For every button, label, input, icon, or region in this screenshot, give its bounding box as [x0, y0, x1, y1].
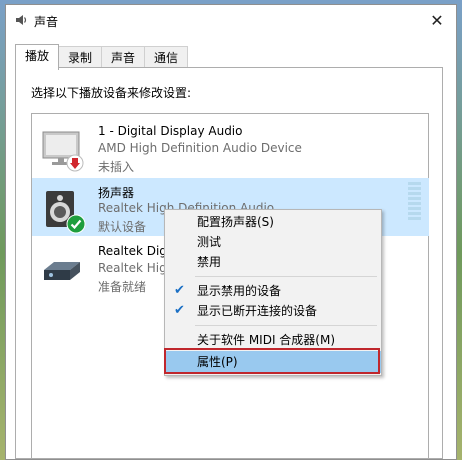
tab-communications[interactable]: 通信	[144, 46, 189, 69]
menu-separator	[195, 276, 377, 277]
menu-item-show-disabled[interactable]: ✔ 显示禁用的设备	[165, 281, 381, 301]
device-description: Realtek High	[98, 261, 175, 275]
menu-item-configure-speakers[interactable]: 配置扬声器(S)	[165, 212, 381, 232]
title-bar: 声音 ✕	[6, 5, 456, 35]
tab-sounds[interactable]: 声音	[101, 46, 146, 69]
unplugged-arrow-icon	[66, 154, 84, 172]
menu-item-test[interactable]: 测试	[165, 232, 381, 252]
volume-level-meter	[408, 182, 421, 222]
tab-playback[interactable]: 播放	[15, 44, 60, 70]
menu-separator	[195, 325, 377, 326]
device-name: 扬声器	[98, 186, 135, 200]
device-description: AMD High Definition Audio Device	[98, 141, 302, 155]
default-check-icon	[66, 214, 86, 234]
list-item[interactable]: 1 - Digital Display Audio AMD High Defin…	[32, 118, 429, 176]
checkmark-icon: ✔	[174, 283, 185, 298]
tab-bar: 播放 录制 声音 通信	[15, 44, 189, 70]
checkmark-icon: ✔	[174, 303, 185, 318]
device-name: 1 - Digital Display Audio	[98, 124, 243, 138]
menu-item-about-midi[interactable]: 关于软件 MIDI 合成器(M)	[165, 330, 381, 350]
close-icon: ✕	[430, 10, 444, 30]
menu-item-show-disconnected[interactable]: ✔ 显示已断开连接的设备	[165, 301, 381, 321]
device-status: 默认设备	[98, 220, 147, 234]
device-status: 未插入	[98, 160, 135, 174]
device-status: 准备就绪	[98, 280, 147, 294]
menu-item-disable[interactable]: 禁用	[165, 252, 381, 272]
close-button[interactable]: ✕	[418, 5, 456, 35]
speaker-icon	[16, 15, 27, 25]
instruction-text: 选择以下播放设备来修改设置:	[31, 86, 192, 100]
tab-recording[interactable]: 录制	[58, 46, 103, 69]
spdif-icon	[44, 262, 80, 280]
highlight-annotation-box	[164, 348, 380, 374]
window-title: 声音	[34, 15, 59, 29]
